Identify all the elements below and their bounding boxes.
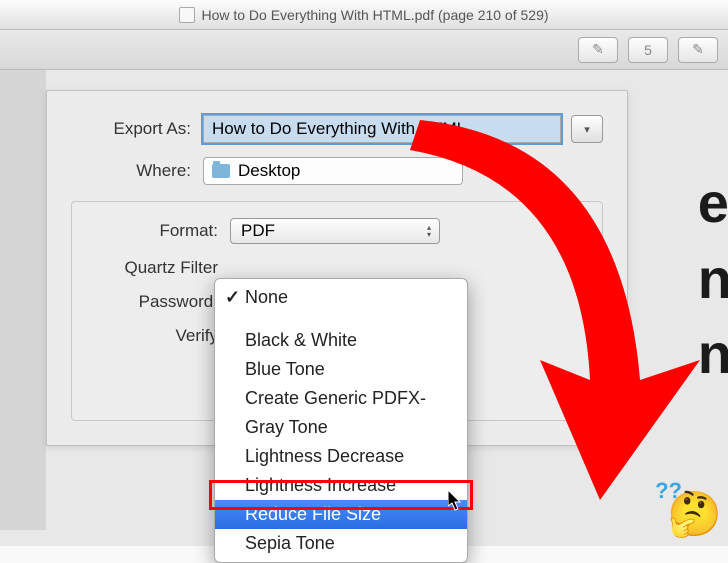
menu-item-black-white[interactable]: Black & White [215,326,467,355]
export-filename-input[interactable] [203,115,561,143]
where-label: Where: [71,161,191,181]
toolbar-button-2[interactable]: 5 [628,37,668,63]
menu-separator [215,312,467,326]
sidebar-background [0,70,46,530]
question-marks-icon: ?? [655,478,682,504]
window-title: How to Do Everything With HTML.pdf (page… [201,7,548,23]
menu-item-gray-tone[interactable]: Gray Tone [215,413,467,442]
quartz-filter-menu: None Black & White Blue Tone Create Gene… [214,278,468,563]
document-icon [179,7,195,23]
quartz-filter-label: Quartz Filter [88,258,218,278]
toolbar-annotate-button[interactable]: ✎ [578,37,618,63]
cursor-icon [448,490,466,512]
menu-item-reduce-file-size[interactable]: Reduce File Size [215,500,467,529]
where-select[interactable]: Desktop [203,157,463,185]
titlebar: How to Do Everything With HTML.pdf (page… [0,0,728,30]
format-label: Format: [88,221,218,241]
export-as-label: Export As: [71,119,191,139]
disclosure-button[interactable] [571,115,603,143]
password-label: Password: [88,292,218,312]
format-select[interactable]: PDF [230,218,440,244]
folder-icon [212,164,230,178]
where-value: Desktop [238,161,300,181]
menu-item-blue-tone[interactable]: Blue Tone [215,355,467,384]
background-document-text: es nt n [698,165,728,392]
toolbar: ✎ 5 ✎ [0,30,728,70]
menu-item-generic-pdfx[interactable]: Create Generic PDFX- [215,384,467,413]
toolbar-edit-button[interactable]: ✎ [678,37,718,63]
menu-item-sepia-tone[interactable]: Sepia Tone [215,529,467,558]
menu-item-lightness-decrease[interactable]: Lightness Decrease [215,442,467,471]
verify-label: Verify [88,326,218,346]
format-value: PDF [241,221,275,241]
menu-item-none[interactable]: None [215,283,467,312]
menu-item-lightness-increase[interactable]: Lightness Increase [215,471,467,500]
